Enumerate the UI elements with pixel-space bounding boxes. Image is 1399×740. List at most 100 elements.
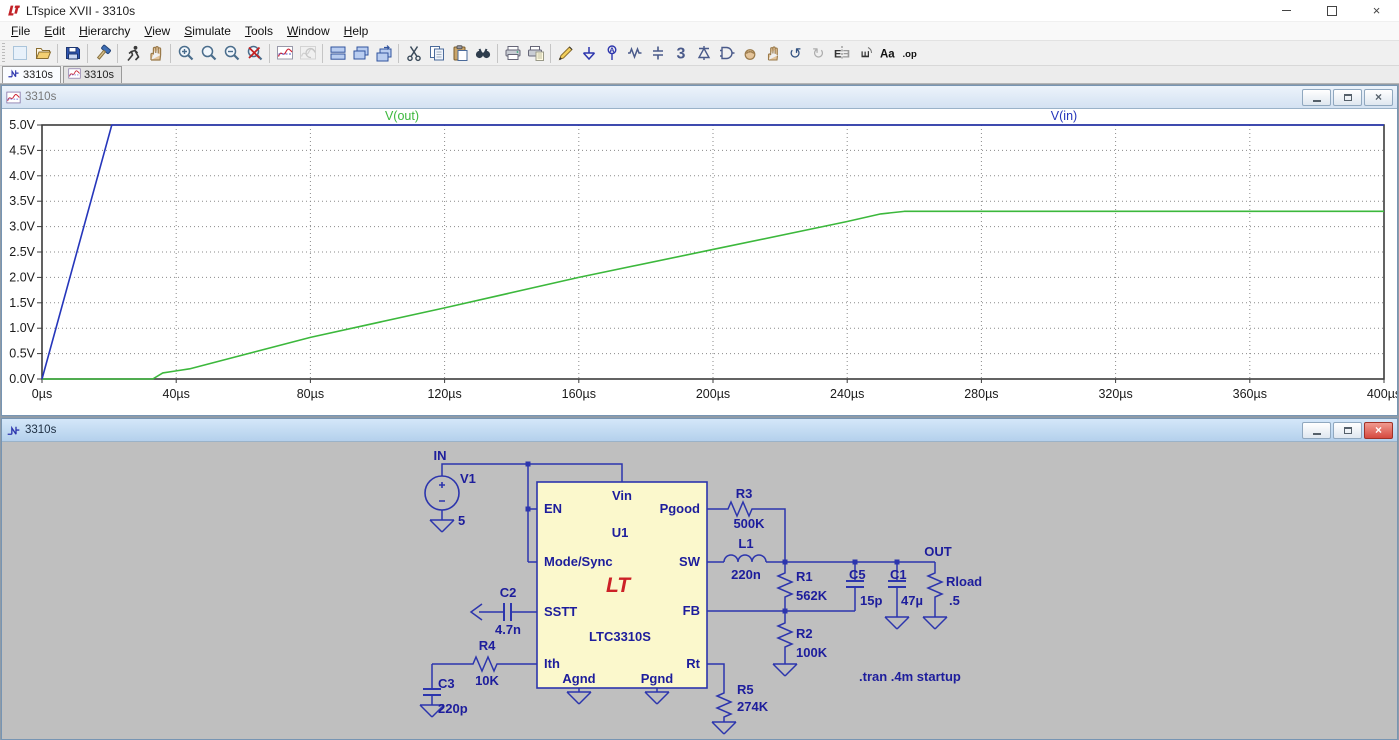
plot-area[interactable]: 0µs40µs80µs120µs160µs200µs240µs280µs320µ… [2, 109, 1397, 415]
rotate-icon[interactable]: E [853, 42, 876, 65]
waveform-minimize-button[interactable] [1302, 89, 1331, 106]
r2-value[interactable]: 100K [796, 645, 828, 660]
r5-refdes[interactable]: R5 [737, 682, 754, 697]
c1-value[interactable]: 47µ [901, 593, 923, 608]
halt-icon[interactable] [144, 42, 167, 65]
tile-horizontal-icon[interactable] [326, 42, 349, 65]
waveform-plot[interactable]: 0µs40µs80µs120µs160µs200µs240µs280µs320µ… [2, 109, 1397, 414]
net-label-out[interactable]: OUT [924, 544, 952, 559]
menu-simulate[interactable]: Simulate [177, 22, 238, 40]
place-component-icon[interactable] [715, 42, 738, 65]
resistor-r3[interactable] [724, 502, 756, 516]
l1-refdes[interactable]: L1 [738, 536, 753, 551]
rload-refdes[interactable]: Rload [946, 574, 982, 589]
save-icon[interactable] [61, 42, 84, 65]
waveform-restore-button[interactable] [1333, 89, 1362, 106]
restore-button[interactable] [1309, 0, 1354, 21]
zoom-back-icon[interactable] [197, 42, 220, 65]
place-ground-icon[interactable] [577, 42, 600, 65]
undo-icon[interactable]: ↺ [784, 42, 807, 65]
cut-icon[interactable] [402, 42, 425, 65]
run-icon[interactable] [121, 42, 144, 65]
place-capacitor-icon[interactable] [646, 42, 669, 65]
menu-window[interactable]: Window [280, 22, 337, 40]
cascade-icon[interactable] [349, 42, 372, 65]
inductor-l1[interactable] [724, 555, 766, 562]
schematic-canvas[interactable]: Vin EN Mode/Sync SSTT Ith Pgood SW FB Rt… [2, 442, 1397, 739]
resistor-r2[interactable] [778, 618, 792, 652]
spice-directive-text[interactable]: .tran .4m startup [859, 669, 961, 684]
draw-wire-icon[interactable] [554, 42, 577, 65]
net-label-in[interactable]: IN [434, 448, 447, 463]
menu-file[interactable]: File [4, 22, 37, 40]
paste-icon[interactable] [448, 42, 471, 65]
tab-schematic-3310s[interactable]: 3310s [2, 66, 61, 83]
v1-value[interactable]: 5 [458, 513, 465, 528]
control-panel-icon[interactable] [91, 42, 114, 65]
resistor-r1[interactable] [778, 568, 792, 602]
c2-refdes[interactable]: C2 [500, 585, 517, 600]
mirror-icon[interactable]: EE [830, 42, 853, 65]
menu-edit[interactable]: Edit [37, 22, 72, 40]
close-button[interactable]: × [1354, 0, 1399, 21]
menu-view[interactable]: View [137, 22, 177, 40]
zoom-full-icon[interactable] [243, 42, 266, 65]
r2-refdes[interactable]: R2 [796, 626, 813, 641]
resistor-r4[interactable] [469, 657, 501, 671]
print-icon[interactable] [501, 42, 524, 65]
r5-value[interactable]: 274K [737, 699, 769, 714]
l1-value[interactable]: 220n [731, 567, 761, 582]
rload-value[interactable]: .5 [949, 593, 960, 608]
schematic-close-button[interactable]: × [1364, 422, 1393, 439]
waveform-close-button[interactable]: × [1364, 89, 1393, 106]
c1-refdes[interactable]: C1 [890, 567, 907, 582]
tab-waveform-3310s[interactable]: 3310s [63, 66, 122, 83]
zoom-out-icon[interactable] [220, 42, 243, 65]
c3-value[interactable]: 220p [438, 701, 468, 716]
resistor-rload[interactable] [928, 568, 942, 602]
pin-label-en: EN [544, 501, 562, 516]
spice-directive-icon[interactable]: .op [899, 42, 922, 65]
place-diode-icon[interactable] [692, 42, 715, 65]
print-preview-icon[interactable] [524, 42, 547, 65]
resistor-r5[interactable] [717, 688, 731, 722]
drag-icon[interactable] [761, 42, 784, 65]
move-icon[interactable] [738, 42, 761, 65]
autorange-y-icon[interactable] [273, 42, 296, 65]
r4-value[interactable]: 10K [475, 673, 499, 688]
place-inductor-icon[interactable]: 3 [669, 42, 692, 65]
r1-value[interactable]: 562K [796, 588, 828, 603]
r4-refdes[interactable]: R4 [479, 638, 496, 653]
v1-refdes[interactable]: V1 [460, 471, 476, 486]
label-net-icon[interactable]: A [600, 42, 623, 65]
find-icon[interactable] [471, 42, 494, 65]
legend-vout[interactable]: V(out) [385, 109, 419, 123]
ic-u1[interactable]: Vin EN Mode/Sync SSTT Ith Pgood SW FB Rt… [537, 482, 707, 688]
menu-hierarchy[interactable]: Hierarchy [72, 22, 137, 40]
voltage-source-v1[interactable] [425, 476, 459, 510]
c3-refdes[interactable]: C3 [438, 676, 455, 691]
toolbar-grip[interactable] [2, 43, 5, 63]
app-titlebar[interactable]: LTspice XVII - 3310s × [0, 0, 1399, 22]
menu-tools[interactable]: Tools [238, 22, 280, 40]
r1-refdes[interactable]: R1 [796, 569, 813, 584]
c5-refdes[interactable]: C5 [849, 567, 866, 582]
menu-help[interactable]: Help [337, 22, 376, 40]
minimize-button[interactable] [1264, 0, 1309, 21]
zoom-in-icon[interactable] [174, 42, 197, 65]
r3-value[interactable]: 500K [733, 516, 765, 531]
r3-refdes[interactable]: R3 [736, 486, 753, 501]
c2-value[interactable]: 4.7n [495, 622, 521, 637]
schematic-titlebar[interactable]: 3310s × [2, 419, 1397, 442]
waveform-titlebar[interactable]: 3310s × [2, 86, 1397, 109]
legend-vin[interactable]: V(in) [1051, 109, 1077, 123]
schematic-minimize-button[interactable] [1302, 422, 1331, 439]
place-text-icon[interactable]: Aa [876, 42, 899, 65]
new-schematic-icon[interactable] [8, 42, 31, 65]
copy-icon[interactable] [425, 42, 448, 65]
schematic-restore-button[interactable] [1333, 422, 1362, 439]
c5-value[interactable]: 15p [860, 593, 882, 608]
place-resistor-icon[interactable] [623, 42, 646, 65]
open-icon[interactable] [31, 42, 54, 65]
cascade-new-icon[interactable] [372, 42, 395, 65]
